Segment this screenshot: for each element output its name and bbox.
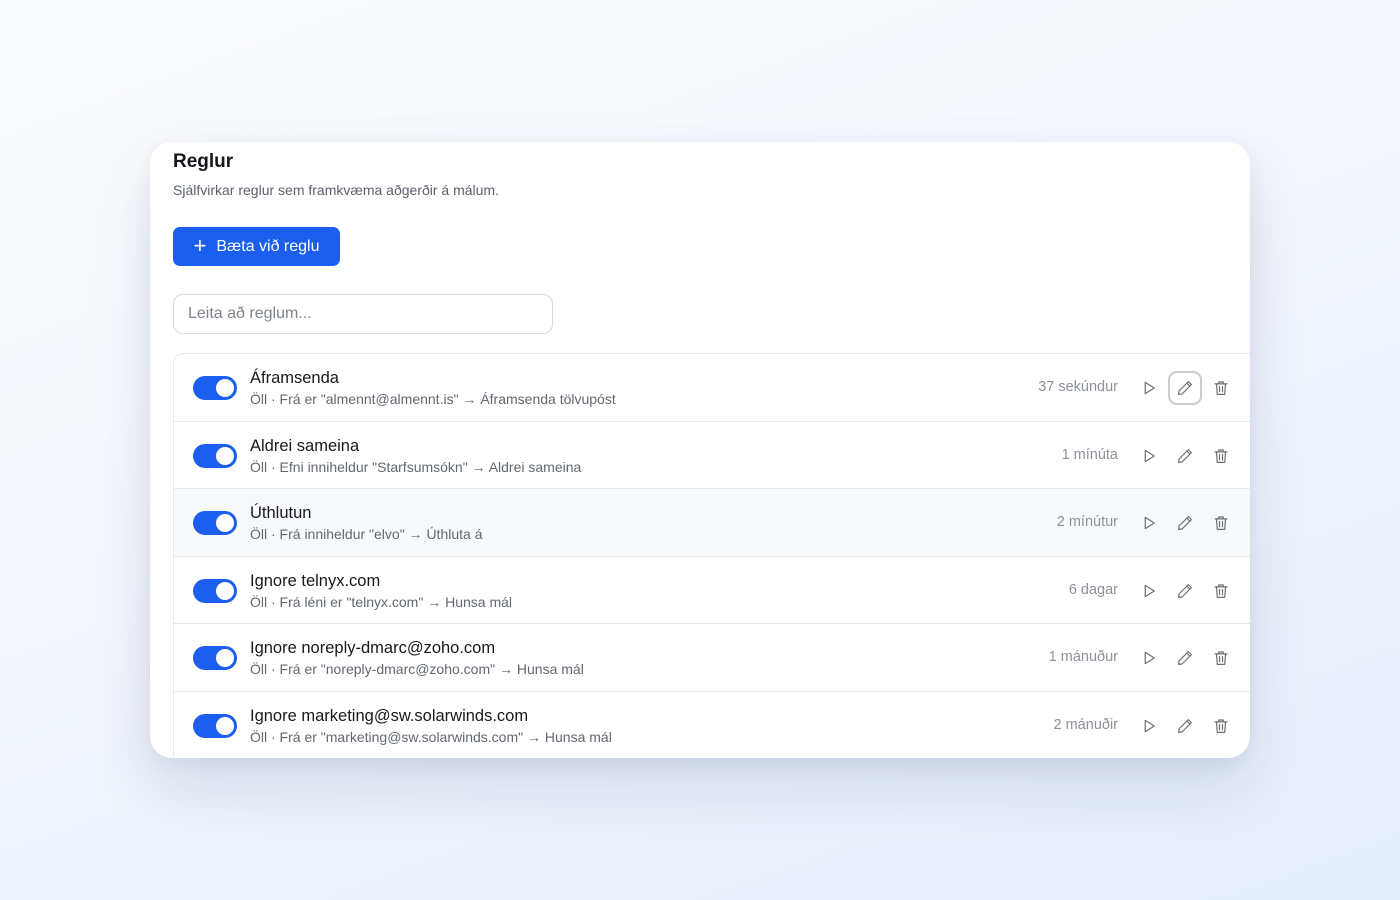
rule-row: Áframsenda Öll · Frá er "almennt@almennt… [174, 354, 1250, 422]
edit-rule-button[interactable] [1168, 506, 1202, 540]
trash-icon [1214, 651, 1228, 665]
pencil-icon [1178, 583, 1192, 598]
delete-rule-button[interactable] [1204, 641, 1238, 675]
rule-name: Ignore noreply-dmarc@zoho.com [250, 639, 496, 657]
rule-text: Ignore noreply-dmarc@zoho.com Öll · Frá … [250, 638, 584, 678]
rule-row: Aldrei sameina Öll · Efni inniheldur "St… [174, 422, 1250, 489]
rule-description: Öll · Frá er "marketing@sw.solarwinds.co… [250, 728, 612, 745]
run-rule-button[interactable] [1132, 506, 1166, 540]
pencil-icon [1178, 651, 1192, 665]
pencil-icon [1178, 448, 1192, 463]
rule-last-run: 6 dagar [1068, 581, 1118, 598]
trash-icon [1214, 718, 1228, 733]
pencil-icon [1178, 516, 1192, 530]
play-icon [1144, 584, 1155, 597]
rule-name: Aldrei sameina [250, 436, 360, 455]
rule-description: Öll · Efni inniheldur "Starfsumsókn" → A… [250, 458, 582, 475]
rule-enabled-toggle[interactable] [193, 511, 237, 535]
run-rule-button[interactable] [1132, 439, 1166, 473]
trash-icon [1214, 516, 1228, 530]
toggle-knob [216, 514, 234, 532]
rule-description: Öll · Frá er "almennt@almennt.is" → Áfra… [250, 391, 616, 407]
edit-rule-button[interactable] [1168, 709, 1202, 743]
edit-rule-button[interactable] [1168, 641, 1202, 675]
page-title: Reglur [173, 151, 234, 172]
delete-rule-button[interactable] [1204, 574, 1238, 608]
rule-row: Ignore noreply-dmarc@zoho.com Öll · Frá … [174, 624, 1250, 692]
add-rule-label: Bæta við reglu [216, 237, 320, 255]
pencil-icon [1178, 381, 1192, 395]
rules-panel: Reglur Sjálfvirkar reglur sem framkvæma … [150, 142, 1250, 758]
rule-text: Úthlutun Öll · Frá inniheldur "elvo" → Ú… [250, 503, 482, 543]
rule-name: Úthlutun [250, 504, 312, 522]
delete-rule-button[interactable] [1204, 371, 1238, 405]
add-rule-button[interactable]: + Bæta við reglu [173, 227, 340, 266]
trash-icon [1214, 583, 1228, 598]
rule-name: Áframsenda [250, 369, 339, 387]
run-rule-button[interactable] [1132, 641, 1166, 675]
rule-text: Aldrei sameina Öll · Efni inniheldur "St… [250, 436, 581, 476]
trash-icon [1214, 381, 1228, 395]
rule-row: Ignore marketing@sw.solarwinds.com Öll ·… [174, 692, 1250, 759]
rule-enabled-toggle[interactable] [193, 578, 237, 603]
play-icon [1144, 449, 1155, 462]
toggle-knob [216, 581, 234, 600]
rule-enabled-toggle[interactable] [193, 713, 237, 738]
play-icon [1144, 516, 1155, 530]
rule-text: Ignore telnyx.com Öll · Frá léni er "tel… [250, 571, 512, 611]
play-icon [1144, 651, 1155, 665]
rule-name: Ignore marketing@sw.solarwinds.com [250, 706, 529, 725]
rule-text: Ignore marketing@sw.solarwinds.com Öll ·… [250, 706, 612, 746]
edit-rule-button[interactable] [1168, 439, 1202, 473]
delete-rule-button[interactable] [1204, 439, 1238, 473]
rule-last-run: 1 mánuður [1048, 649, 1118, 665]
rule-last-run: 2 mínútur [1056, 514, 1118, 530]
page-subtitle: Sjálfvirkar reglur sem framkvæma aðgerði… [173, 182, 499, 198]
rule-last-run: 2 mánuðir [1053, 716, 1118, 733]
rule-row: Ignore telnyx.com Öll · Frá léni er "tel… [174, 557, 1250, 624]
search-input[interactable] [173, 294, 553, 334]
rule-last-run: 37 sekúndur [1038, 379, 1118, 395]
plus-icon: + [193, 232, 207, 258]
toggle-knob [216, 716, 234, 735]
toggle-knob [216, 446, 234, 465]
toggle-knob [216, 649, 234, 667]
run-rule-button[interactable] [1132, 371, 1166, 405]
run-rule-button[interactable] [1132, 709, 1166, 743]
pencil-icon [1178, 718, 1192, 733]
delete-rule-button[interactable] [1204, 506, 1238, 540]
delete-rule-button[interactable] [1204, 709, 1238, 743]
rule-name: Ignore telnyx.com [250, 571, 381, 590]
edit-rule-button[interactable] [1168, 574, 1202, 608]
rules-list: Áframsenda Öll · Frá er "almennt@almennt… [173, 353, 1250, 758]
edit-rule-button[interactable] [1168, 371, 1202, 405]
rule-row: Úthlutun Öll · Frá inniheldur "elvo" → Ú… [174, 489, 1250, 557]
toggle-knob [216, 379, 234, 397]
trash-icon [1214, 448, 1228, 463]
rule-description: Öll · Frá er "noreply-dmarc@zoho.com" → … [250, 661, 584, 677]
rule-enabled-toggle[interactable] [193, 646, 237, 670]
rule-last-run: 1 mínúta [1061, 446, 1118, 463]
play-icon [1144, 381, 1155, 395]
rule-description: Öll · Frá inniheldur "elvo" → Úthluta á [250, 526, 483, 542]
play-icon [1144, 719, 1155, 732]
rule-enabled-toggle[interactable] [193, 443, 237, 468]
rule-description: Öll · Frá léni er "telnyx.com" → Hunsa m… [250, 593, 513, 610]
rule-text: Áframsenda Öll · Frá er "almennt@almennt… [250, 368, 616, 408]
run-rule-button[interactable] [1132, 574, 1166, 608]
rule-enabled-toggle[interactable] [193, 376, 237, 400]
